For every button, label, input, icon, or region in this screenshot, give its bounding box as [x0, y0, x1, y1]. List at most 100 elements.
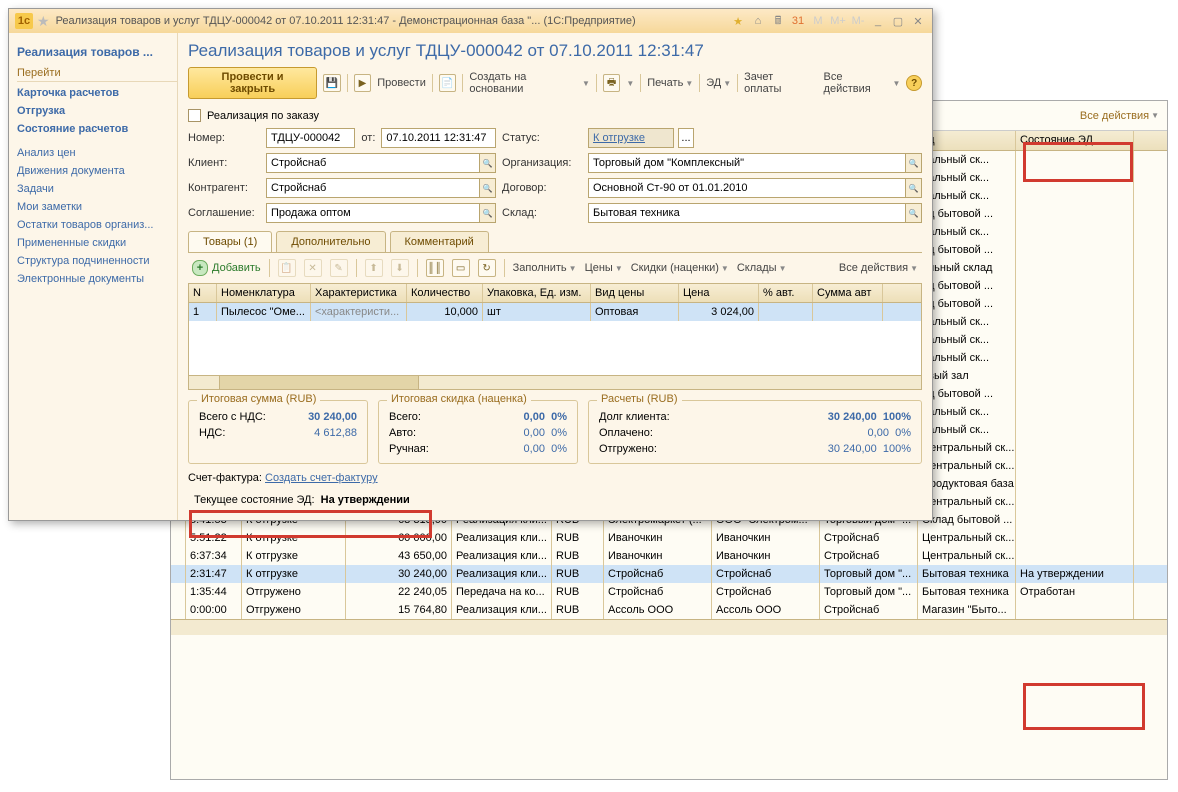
titlebar: 1c ★ Реализация товаров и услуг ТДЦУ-000…: [9, 9, 932, 33]
provesti-icon[interactable]: ▶: [354, 74, 372, 92]
logo-1c-icon: 1c: [15, 13, 33, 29]
close-icon[interactable]: ✕: [910, 13, 926, 29]
sidebar-head: Реализация товаров ...: [17, 41, 177, 63]
contr-input[interactable]: Стройснаб🔍: [266, 178, 496, 198]
tab-additional[interactable]: Дополнительно: [276, 231, 385, 252]
status-select[interactable]: К отгрузке: [588, 128, 674, 148]
bg-row[interactable]: 6:37:34К отгрузке43 650,00Реализация кли…: [171, 547, 1167, 565]
warehouses-button[interactable]: Склады▼: [737, 262, 787, 274]
up-icon[interactable]: ⬆: [365, 259, 383, 277]
refresh-icon[interactable]: ↻: [478, 259, 496, 277]
calculations-fieldset: Расчеты (RUB) Долг клиента:30 240,00 100…: [588, 400, 922, 464]
client-input[interactable]: Стройснаб🔍: [266, 153, 496, 173]
ed-state-line: Текущее состояние ЭД: На утверждении: [188, 490, 922, 510]
status-label: Статус:: [502, 132, 582, 144]
grid-horizontal-scrollbar[interactable]: [189, 375, 921, 389]
maximize-icon[interactable]: ▢: [890, 13, 906, 29]
save-icon[interactable]: 💾: [323, 74, 341, 92]
sidebar-item[interactable]: Движения документа: [17, 162, 177, 180]
sidebar-item[interactable]: Карточка расчетов: [17, 84, 177, 102]
help-icon[interactable]: ?: [906, 75, 922, 91]
sidebar-item[interactable]: Мои заметки: [17, 198, 177, 216]
provesti-close-button[interactable]: Провести и закрыть: [188, 67, 317, 99]
ed-button[interactable]: ЭД▼: [706, 77, 731, 89]
print-icon[interactable]: 🖶: [603, 74, 621, 92]
box-icon[interactable]: ▭: [452, 259, 470, 277]
sidebar-item[interactable]: Анализ цен: [17, 144, 177, 162]
fill-button[interactable]: Заполнить▼: [513, 262, 577, 274]
number-label: Номер:: [188, 132, 260, 144]
all-actions-button[interactable]: Все действия▼: [824, 71, 901, 95]
sidebar-item[interactable]: Остатки товаров организ...: [17, 216, 177, 234]
bg-col-ed-state[interactable]: Состояние ЭД: [1016, 131, 1134, 150]
offset-button[interactable]: Зачет оплаты: [744, 71, 811, 95]
sidebar-item[interactable]: Задачи: [17, 180, 177, 198]
calendar-icon[interactable]: 31: [790, 13, 806, 29]
history-icon[interactable]: ⌂: [750, 13, 766, 29]
sogl-input[interactable]: Продажа оптом🔍: [266, 203, 496, 223]
provesti-button[interactable]: Провести: [377, 77, 426, 89]
fav-star-icon[interactable]: ★: [730, 13, 746, 29]
sidebar: Реализация товаров ... Перейти Карточка …: [9, 33, 177, 520]
minimize-icon[interactable]: _: [870, 13, 886, 29]
org-label: Организация:: [502, 157, 582, 169]
sogl-label: Соглашение:: [188, 207, 260, 219]
create-based-button[interactable]: Создать на основании▼: [469, 71, 590, 95]
down-icon[interactable]: ⬇: [391, 259, 409, 277]
total-discount-fieldset: Итоговая скидка (наценка) Всего:0,00 0% …: [378, 400, 578, 464]
window-title: Реализация товаров и услуг ТДЦУ-000042 о…: [56, 15, 730, 27]
total-sum-fieldset: Итоговая сумма (RUB) Всего с НДС:30 240,…: [188, 400, 368, 464]
delete-icon[interactable]: ✕: [304, 259, 322, 277]
dog-input[interactable]: Основной Ст-90 от 01.01.2010🔍: [588, 178, 922, 198]
main-panel: Реализация товаров и услуг ТДЦУ-000042 о…: [177, 33, 932, 520]
add-button[interactable]: Добавить: [192, 260, 261, 276]
print-button[interactable]: Печать▼: [647, 77, 693, 89]
search-icon: 🔍: [905, 154, 921, 172]
ed-state-value: На утверждении: [321, 494, 410, 506]
star-icon[interactable]: ★: [37, 13, 50, 30]
tabs: Товары (1) Дополнительно Комментарий: [188, 231, 922, 253]
grid-row[interactable]: 1 Пылесос "Оме... <характеристи... 10,00…: [189, 303, 921, 321]
copy-icon[interactable]: 📋: [278, 259, 296, 277]
bg-row[interactable]: 0:00:00Отгружено15 764,80Реализация кли.…: [171, 601, 1167, 619]
main-window: 1c ★ Реализация товаров и услуг ТДЦУ-000…: [8, 8, 933, 521]
status-more-button[interactable]: ...: [678, 128, 694, 148]
search-icon: 🔍: [479, 179, 495, 197]
grid-all-actions[interactable]: Все действия▼: [839, 262, 918, 274]
calc-icon[interactable]: 🖩: [770, 13, 786, 29]
edit-icon[interactable]: ✎: [330, 259, 348, 277]
barcode-icon[interactable]: ║║: [426, 259, 444, 277]
m-minus-icon[interactable]: M-: [850, 13, 866, 29]
search-icon: 🔍: [479, 154, 495, 172]
by-order-checkbox[interactable]: [188, 109, 201, 122]
bg-row[interactable]: 5:51:22К отгрузке60 000,00Реализация кли…: [171, 529, 1167, 547]
contr-label: Контрагент:: [188, 182, 260, 194]
sidebar-item[interactable]: Структура подчиненности: [17, 252, 177, 270]
tab-comment[interactable]: Комментарий: [390, 231, 489, 252]
bg-row[interactable]: 2:31:47К отгрузке30 240,00Реализация кли…: [171, 565, 1167, 583]
tab-goods[interactable]: Товары (1): [188, 231, 272, 252]
sklad-input[interactable]: Бытовая техника🔍: [588, 203, 922, 223]
sidebar-item[interactable]: Состояние расчетов: [17, 120, 177, 138]
bg-horizontal-scrollbar[interactable]: [171, 619, 1167, 635]
bg-row[interactable]: 1:35:44Отгружено22 240,05Передача на ко.…: [171, 583, 1167, 601]
sidebar-item[interactable]: Отгрузка: [17, 102, 177, 120]
by-order-label: Реализация по заказу: [207, 110, 319, 122]
sidebar-item[interactable]: Примененные скидки: [17, 234, 177, 252]
bg-all-actions[interactable]: Все действия: [1080, 110, 1149, 122]
m-icon[interactable]: M: [810, 13, 826, 29]
org-input[interactable]: Торговый дом "Комплексный"🔍: [588, 153, 922, 173]
prices-button[interactable]: Цены▼: [585, 262, 623, 274]
dog-label: Договор:: [502, 182, 582, 194]
sklad-label: Склад:: [502, 207, 582, 219]
number-input[interactable]: ТДЦУ-000042: [266, 128, 355, 148]
doc-icon[interactable]: 📄: [439, 74, 457, 92]
create-invoice-link[interactable]: Создать счет-фактуру: [265, 472, 378, 484]
m-plus-icon[interactable]: M+: [830, 13, 846, 29]
page-title: Реализация товаров и услуг ТДЦУ-000042 о…: [188, 41, 922, 61]
sidebar-item[interactable]: Электронные документы: [17, 270, 177, 288]
invoice-line: Счет-фактура: Создать счет-фактуру: [188, 472, 922, 484]
date-input[interactable]: 07.10.2011 12:31:47: [381, 128, 496, 148]
search-icon: 🔍: [905, 204, 921, 222]
discounts-button[interactable]: Скидки (наценки)▼: [631, 262, 729, 274]
